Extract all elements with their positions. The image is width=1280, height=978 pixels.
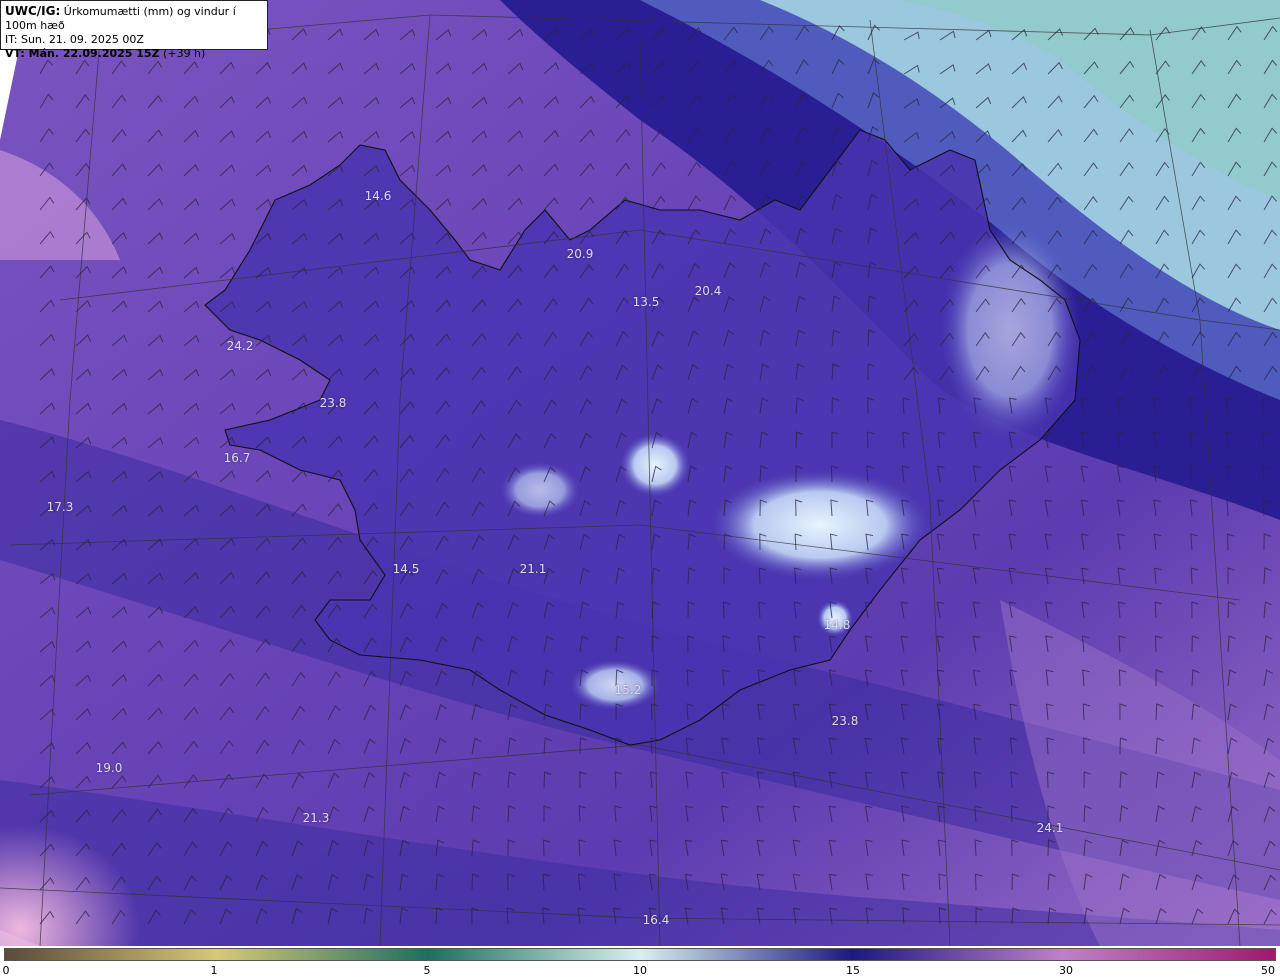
precip-value-label: 21.3 [302,811,330,825]
precip-value-label: 14.6 [364,189,392,203]
lead-time: (+39 h) [159,47,206,60]
header-title-line: UWC/IG: Úrkomumætti (mm) og vindur í 100… [5,4,263,33]
colorbar-tick-label: 0 [2,964,10,977]
eastfjords-bright [940,220,1080,440]
precip-value-label: 13.5 [632,295,660,309]
colorbar-legend: 0 1 5 10 15 30 50 [0,946,1280,978]
colorbar-tick-label: 5 [423,964,431,977]
precip-value-label: 16.4 [642,913,670,927]
colorbar-strip [4,948,1276,961]
pink-glow-sw [0,600,400,946]
precip-value-label: 14.8 [823,618,851,632]
valid-time: VT: Mán. 22.09.2025 15Z [5,47,160,60]
precip-value-label: 16.7 [223,451,251,465]
colorbar-tick-label: 15 [846,964,860,977]
glacier-vatnajokull [710,470,930,580]
precip-value-label: 23.8 [319,396,347,410]
precip-value-label: 17.3 [46,500,74,514]
precip-value-label: 23.8 [831,714,859,728]
precip-value-label: 24.1 [1036,821,1064,835]
glacier-hofsjokull [620,433,690,497]
colorbar-tick-label: 10 [633,964,647,977]
colorbar-tick-label: 1 [210,964,218,977]
glacier-langjokull [500,462,580,518]
precip-value-label: 24.2 [226,339,254,353]
colorbar-tick-label: 50 [1261,964,1275,977]
colorbar-tick-label: 30 [1059,964,1073,977]
weather-map: 14.6 20.9 13.5 20.4 24.2 23.8 16.7 17.3 14.5 21.1… [0,0,1280,978]
precip-value-label: 19.0 [95,761,123,775]
precip-value-label: 15.2 [614,683,642,697]
valid-time-line: VT: Mán. 22.09.2025 15Z (+39 h) [5,47,263,61]
precip-value-label: 20.9 [566,247,594,261]
precip-value-label: 14.5 [392,562,420,576]
precip-value-label: 20.4 [694,284,722,298]
map-canvas [0,0,1280,946]
issue-time: IT: Sun. 21. 09. 2025 00Z [5,33,144,46]
map-header: UWC/IG: Úrkomumætti (mm) og vindur í 100… [0,0,268,60]
precip-value-label: 21.1 [519,562,547,576]
product-code: UWC/IG: [5,4,61,18]
